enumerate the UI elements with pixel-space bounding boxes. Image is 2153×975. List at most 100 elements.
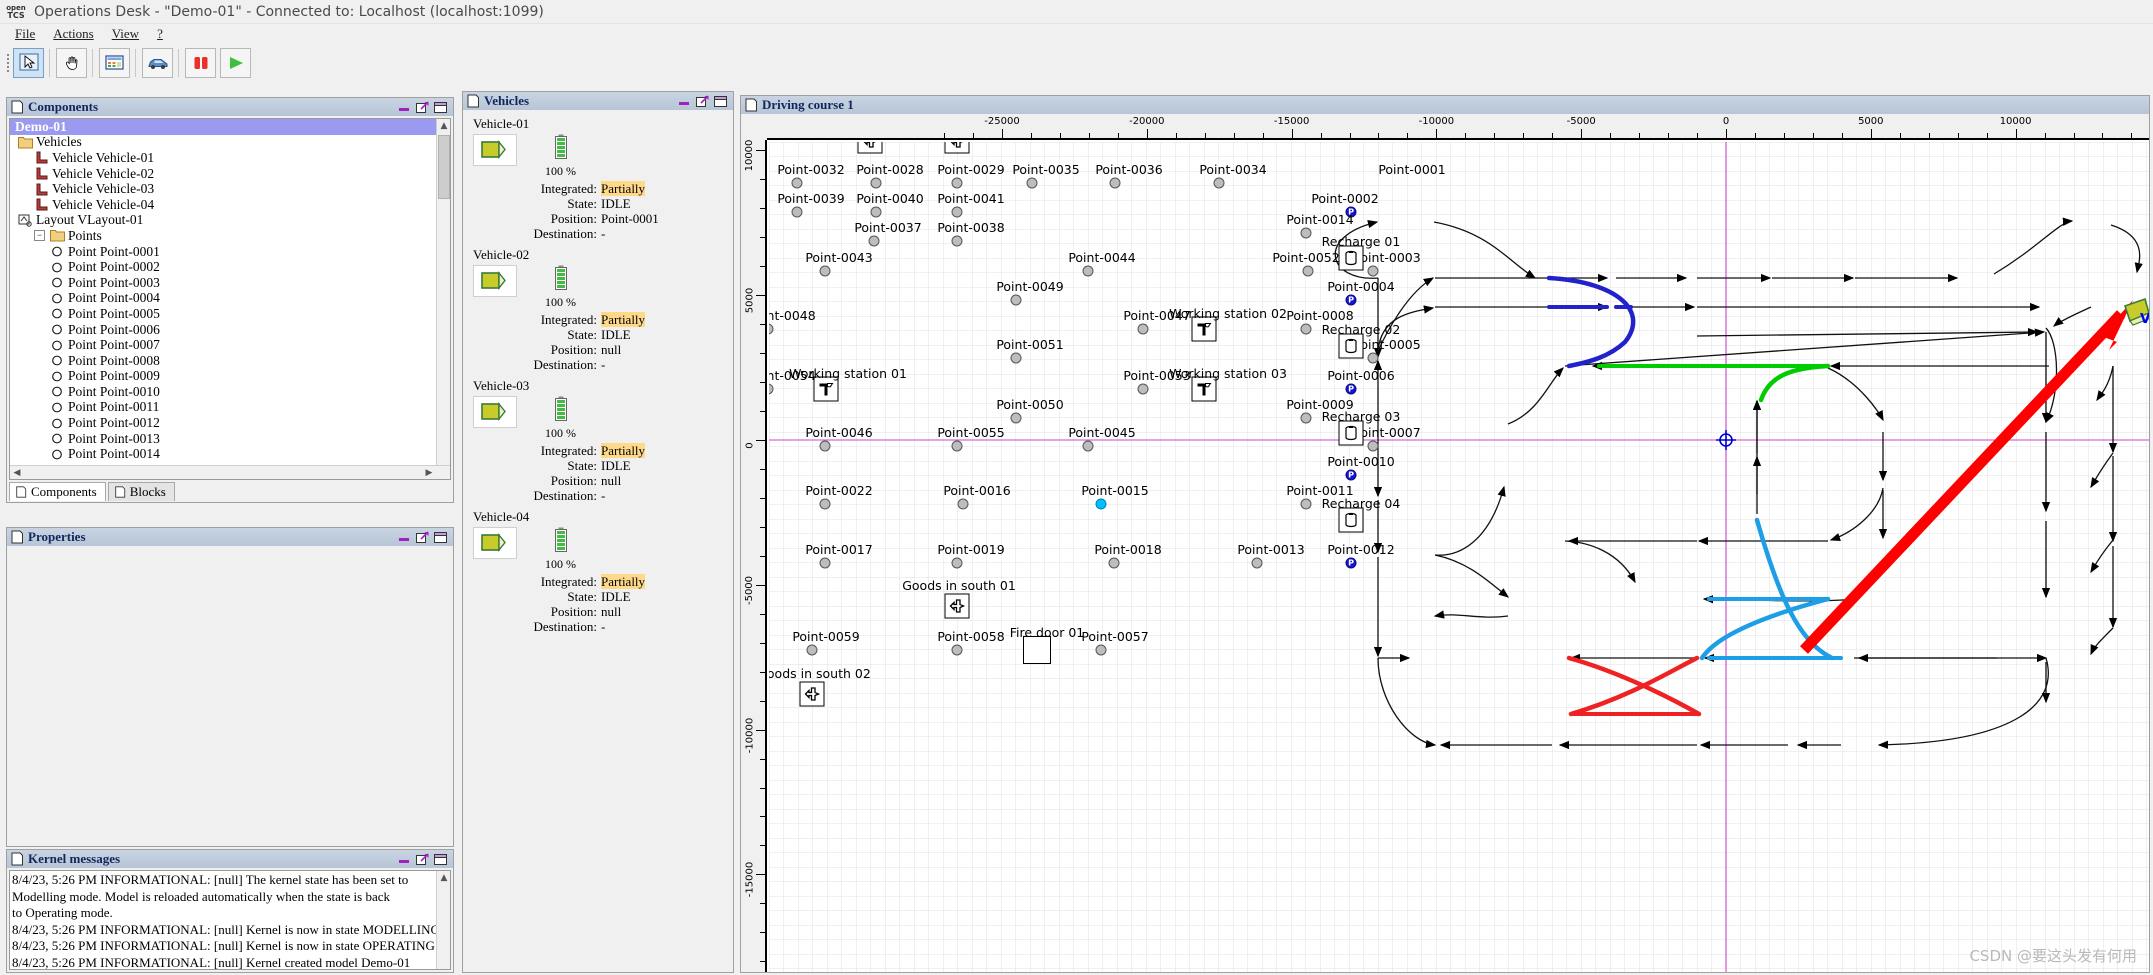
- point-marker-point-0034[interactable]: [1213, 177, 1225, 189]
- point-marker-point-0037[interactable]: [868, 235, 880, 247]
- kernel-messages-list[interactable]: 8/4/23, 5:26 PM INFORMATIONAL: [null] Th…: [9, 870, 451, 970]
- point-marker-point-0041[interactable]: [951, 206, 963, 218]
- location-marker-storage-02[interactable]: [944, 142, 970, 154]
- location-label-working-station-01[interactable]: Working station 01: [789, 366, 907, 381]
- point-label-point-0001[interactable]: Point-0001: [1378, 162, 1445, 177]
- tree-item-vehicle-vehicle-03[interactable]: Vehicle Vehicle-03: [10, 181, 450, 197]
- vehicle-card[interactable]: Vehicle-02 100 % Integrated: Partially State…: [465, 243, 731, 374]
- tree-item-point-point-0006[interactable]: Point Point-0006: [10, 322, 450, 338]
- point-marker-point-0006[interactable]: P: [1345, 383, 1357, 395]
- create-transport-order-button[interactable]: [99, 47, 130, 78]
- maximize-button[interactable]: [416, 530, 429, 544]
- minimize-button[interactable]: [398, 853, 411, 866]
- point-label-point-0022[interactable]: Point-0022: [805, 483, 872, 498]
- restore-button[interactable]: [434, 531, 447, 544]
- location-marker-goods-in-south-02[interactable]: [799, 681, 825, 707]
- point-label-point-0035[interactable]: Point-0035: [1012, 162, 1079, 177]
- tree-expander-icon[interactable]: −: [34, 230, 45, 242]
- point-label-point-0038[interactable]: Point-0038: [937, 220, 1004, 235]
- restore-button[interactable]: [434, 101, 447, 114]
- point-marker-point-0049[interactable]: [1010, 294, 1022, 306]
- point-marker-point-0028[interactable]: [870, 177, 882, 189]
- point-label-point-0041[interactable]: Point-0041: [937, 191, 1004, 206]
- point-marker-point-0050[interactable]: [1010, 412, 1022, 424]
- point-marker-point-0010[interactable]: P: [1345, 469, 1357, 481]
- point-marker-point-0048[interactable]: [769, 323, 774, 335]
- menu-item-file[interactable]: File: [6, 24, 44, 44]
- point-label-point-0055[interactable]: Point-0055: [937, 425, 1004, 440]
- point-label-point-0052[interactable]: Point-0052: [1272, 250, 1339, 265]
- point-marker-point-0015[interactable]: [1095, 498, 1107, 510]
- point-label-point-0010[interactable]: Point-0010: [1327, 454, 1394, 469]
- location-marker-recharge-03[interactable]: [1338, 420, 1364, 446]
- driving-course-canvas[interactable]: PPoint-0027Point-0026Point-0030Point-003…: [769, 142, 2149, 972]
- play-button[interactable]: [220, 47, 251, 78]
- location-label-fire-door-01[interactable]: Fire door 01: [1010, 625, 1085, 640]
- point-marker-point-0039[interactable]: [791, 206, 803, 218]
- point-label-point-0029[interactable]: Point-0029: [937, 162, 1004, 177]
- point-label-point-0044[interactable]: Point-0044: [1068, 250, 1135, 265]
- point-label-point-0032[interactable]: Point-0032: [777, 162, 844, 177]
- restore-button[interactable]: [434, 853, 447, 866]
- tree-item-point-point-0013[interactable]: Point Point-0013: [10, 431, 450, 447]
- point-label-point-0012[interactable]: Point-0012: [1327, 542, 1394, 557]
- point-marker-point-0044[interactable]: [1082, 265, 1094, 277]
- point-marker-point-0019[interactable]: [951, 557, 963, 569]
- point-marker-point-0018[interactable]: [1108, 557, 1120, 569]
- scroll-left-arrow[interactable]: ◀: [10, 466, 24, 479]
- point-marker-point-0008[interactable]: [1300, 323, 1312, 335]
- location-marker-storage-01[interactable]: [857, 142, 883, 154]
- location-marker-goods-in-south-01[interactable]: [944, 593, 970, 619]
- components-tree[interactable]: Demo-01 Vehicles Vehicle Vehicle-01 Vehicle…: [10, 119, 450, 462]
- point-marker-point-0046[interactable]: [819, 440, 831, 452]
- menu-item-view[interactable]: View: [103, 24, 148, 44]
- point-marker-point-0047[interactable]: [1137, 323, 1149, 335]
- vehicle-card[interactable]: Vehicle-01 100 % Integrated: Partially State…: [465, 112, 731, 243]
- tree-root-item[interactable]: Demo-01: [10, 119, 450, 135]
- vehicle-card[interactable]: Vehicle-03 100 % Integrated: Partially State…: [465, 374, 731, 505]
- point-label-point-0040[interactable]: Point-0040: [856, 191, 923, 206]
- scroll-up-arrow[interactable]: ▲: [437, 871, 450, 885]
- minimize-button[interactable]: [678, 95, 691, 108]
- point-label-point-0058[interactable]: Point-0058: [937, 629, 1004, 644]
- pan-tool-button[interactable]: [56, 47, 87, 78]
- point-label-point-0017[interactable]: Point-0017: [805, 542, 872, 557]
- location-label-working-station-03[interactable]: Working station 03: [1169, 366, 1287, 381]
- point-label-point-0013[interactable]: Point-0013: [1237, 542, 1304, 557]
- point-label-point-0008[interactable]: Point-0008: [1286, 308, 1353, 323]
- tree-item-point-point-0009[interactable]: Point Point-0009: [10, 368, 450, 385]
- maximize-button[interactable]: [416, 100, 429, 114]
- vehicle-label-vehicle-01[interactable]: Vehicle-01: [2140, 311, 2149, 327]
- point-marker-point-0038[interactable]: [951, 235, 963, 247]
- point-label-point-0037[interactable]: Point-0037: [854, 220, 921, 235]
- tree-item-point-point-0012[interactable]: Point Point-0012: [10, 415, 450, 431]
- toolbar-grip[interactable]: [4, 50, 11, 76]
- point-label-point-0045[interactable]: Point-0045: [1068, 425, 1135, 440]
- location-label-goods-in-south-01[interactable]: Goods in south 01: [902, 578, 1016, 593]
- location-label-recharge-02[interactable]: Recharge 02: [1322, 322, 1401, 337]
- tree-item-point-point-0005[interactable]: Point Point-0005: [10, 306, 450, 322]
- point-marker-point-0054[interactable]: [769, 383, 774, 395]
- pause-button[interactable]: [185, 47, 216, 78]
- point-label-point-0018[interactable]: Point-0018: [1094, 542, 1161, 557]
- point-label-point-0034[interactable]: Point-0034: [1199, 162, 1266, 177]
- scroll-right-arrow[interactable]: ▶: [422, 466, 436, 479]
- location-label-recharge-04[interactable]: Recharge 04: [1322, 496, 1401, 511]
- location-marker-recharge-01[interactable]: [1338, 245, 1364, 271]
- location-label-recharge-03[interactable]: Recharge 03: [1322, 409, 1401, 424]
- point-marker-point-0032[interactable]: [791, 177, 803, 189]
- point-label-point-0049[interactable]: Point-0049: [996, 279, 1063, 294]
- scroll-up-arrow[interactable]: ▲: [437, 119, 450, 133]
- tree-item-point-point-0011[interactable]: Point Point-0011: [10, 399, 450, 416]
- point-label-point-0057[interactable]: Point-0057: [1081, 629, 1148, 644]
- point-marker-point-0022[interactable]: [819, 498, 831, 510]
- point-marker-point-0011[interactable]: [1300, 498, 1312, 510]
- point-marker-point-0017[interactable]: [819, 557, 831, 569]
- point-marker-point-0055[interactable]: [951, 440, 963, 452]
- point-marker-point-0045[interactable]: [1082, 440, 1094, 452]
- point-label-point-0048[interactable]: Point-0048: [769, 308, 816, 323]
- point-marker-point-0057[interactable]: [1095, 644, 1107, 656]
- vehicles-list[interactable]: Vehicle-01 100 % Integrated: Partially State…: [465, 112, 731, 970]
- point-label-point-0059[interactable]: Point-0059: [792, 629, 859, 644]
- location-marker-recharge-04[interactable]: [1338, 507, 1364, 533]
